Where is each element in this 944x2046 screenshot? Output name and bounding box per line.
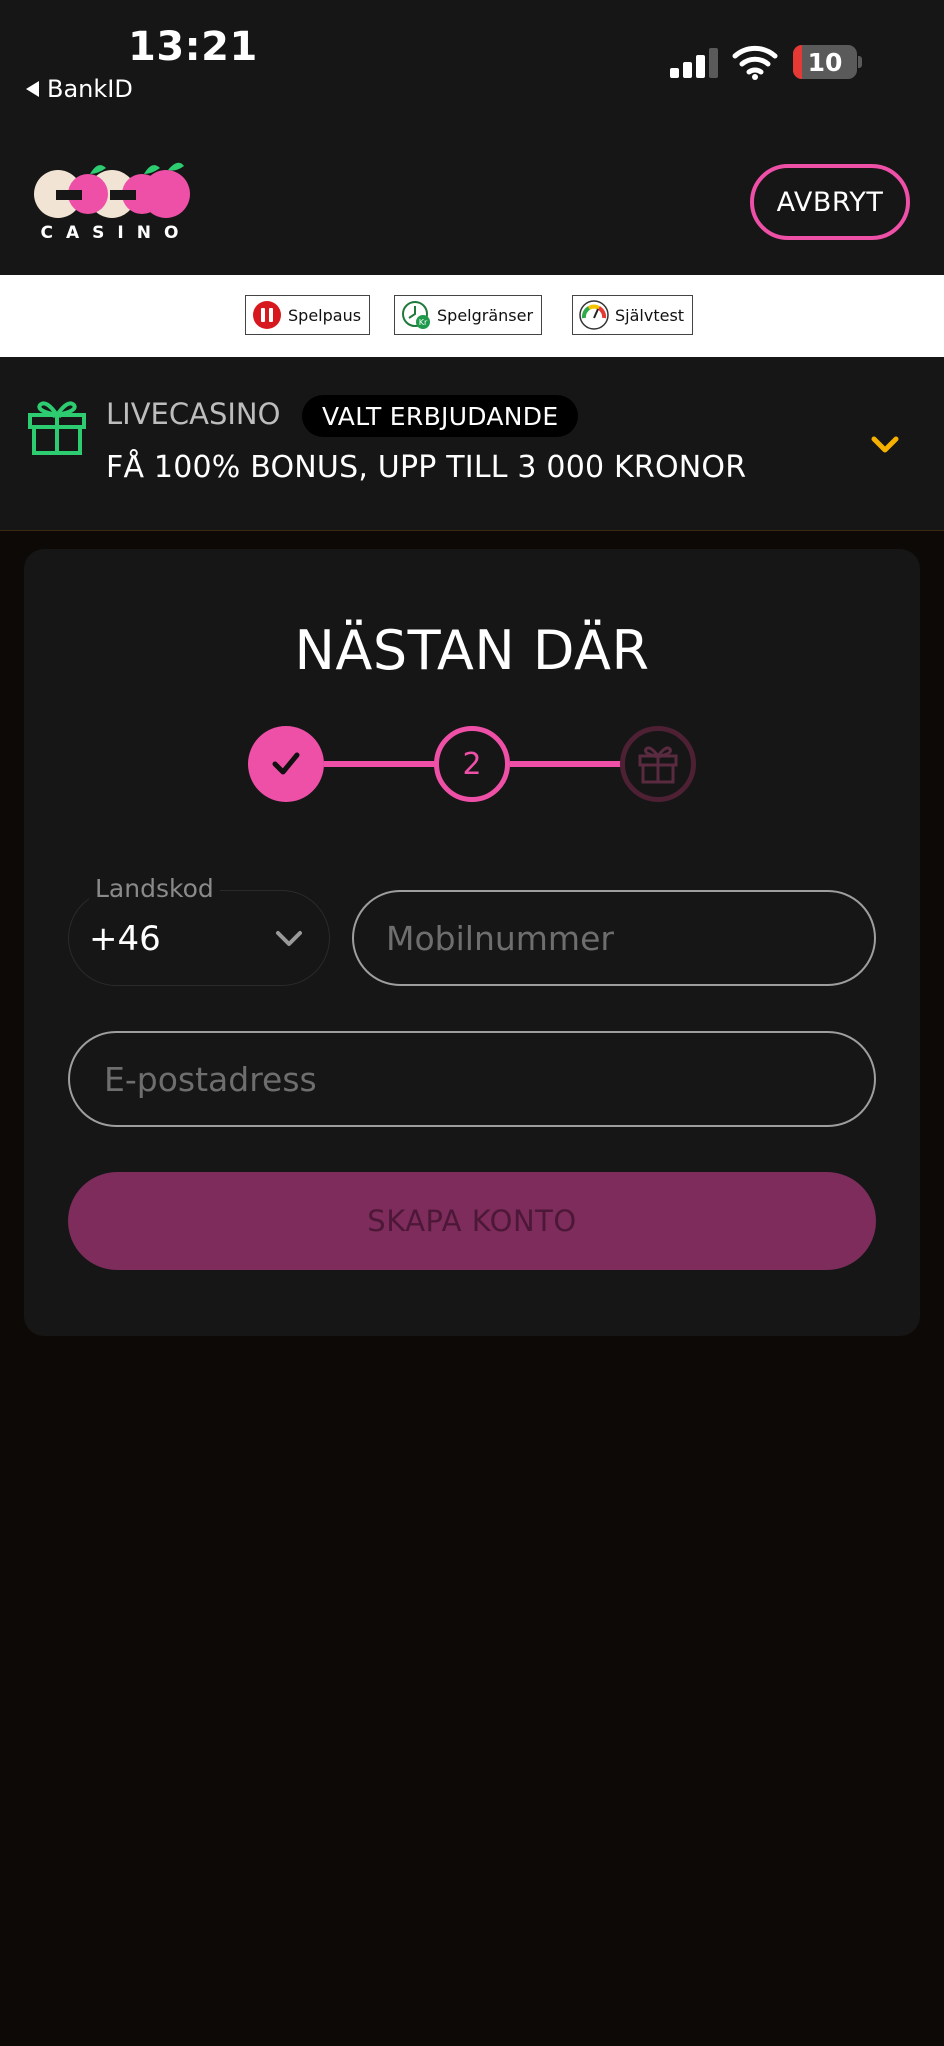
offer-title: FÅ 100% BONUS, UPP TILL 3 000 KRONOR [106,450,747,485]
pause-icon [253,301,281,329]
mobile-number-input[interactable]: Mobilnummer [352,890,876,986]
create-account-button[interactable]: SKAPA KONTO [68,1172,876,1270]
limits-icon: Kr [402,301,430,329]
sjalvtest-label: Självtest [615,305,685,325]
spelgranser-button[interactable]: Kr Spelgränser [394,295,543,335]
offer-banner[interactable]: LIVECASINO VALT ERBJUDANDE FÅ 100% BONUS… [0,357,944,531]
cellular-signal-icon [670,48,718,78]
svg-text:Kr: Kr [419,318,428,327]
sjalvtest-button[interactable]: Självtest [572,295,694,335]
step-connector [510,761,622,767]
clock: 13:21 [128,24,258,70]
email-input[interactable]: E-postadress [68,1031,876,1127]
step-connector [324,761,436,767]
country-code-select[interactable]: Landskod +46 [68,874,330,986]
cancel-button[interactable]: AVBRYT [750,164,910,240]
offer-category: LIVECASINO [106,397,281,431]
battery-percent: 10 [807,48,843,77]
step-2-current: 2 [434,726,510,802]
registration-card: NÄSTAN DÄR 2 Landskod +46 Mobilnummer E- [24,549,920,1336]
page-title: NÄSTAN DÄR [294,619,650,682]
back-to-app-link[interactable]: BankID [26,75,133,103]
spelpaus-button[interactable]: Spelpaus [245,295,371,335]
svg-text:CASINO: CASINO [41,223,192,242]
gift-icon [638,746,678,784]
gauge-icon [579,300,609,330]
gift-icon [28,401,86,455]
chevron-down-icon [276,931,302,946]
spelgranser-label: Spelgränser [437,305,534,325]
spelpaus-label: Spelpaus [288,305,362,325]
back-arrow-icon [26,81,39,97]
step-1-complete [248,726,324,802]
selected-offer-badge: VALT ERBJUDANDE [302,395,579,437]
progress-stepper: 2 [246,724,706,804]
country-code-label: Landskod [89,874,220,903]
chevron-down-icon[interactable] [870,433,900,457]
status-bar: 13:21 BankID 10 [0,0,944,120]
checkmark-icon [272,752,300,775]
wifi-icon [732,45,778,80]
battery-cap [858,56,862,68]
country-code-value: +46 [89,919,161,959]
giggo-casino-logo[interactable]: CASINO [32,160,200,242]
site-header: CASINO AVBRYT [0,120,944,275]
step-3-pending [620,726,696,802]
battery-icon: 10 [793,45,857,79]
back-app-label: BankID [47,75,133,103]
responsible-gaming-bar: Spelpaus Kr Spelgränser Självtest [0,275,944,357]
